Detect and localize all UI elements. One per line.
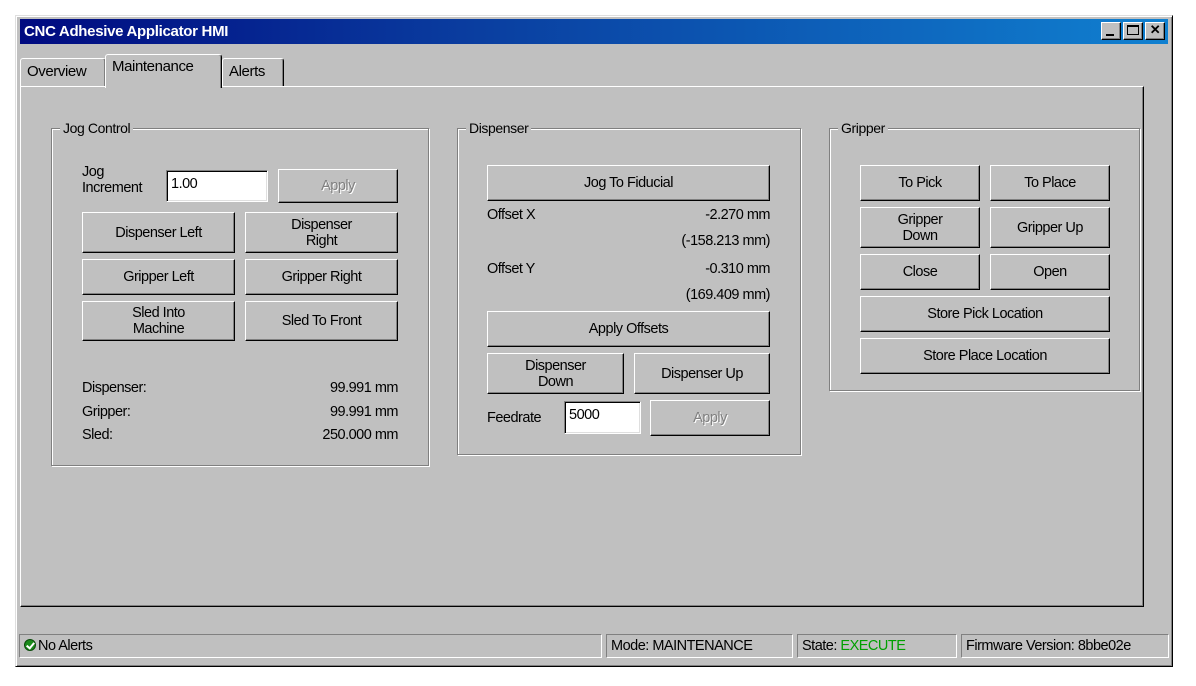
jog-increment-label: Jog Increment (82, 164, 142, 196)
minimize-button[interactable] (1101, 22, 1121, 40)
gripper-title: Gripper (838, 119, 888, 137)
feedrate-apply-button[interactable]: Apply (650, 400, 770, 436)
gripper-down-button[interactable]: Gripper Down (860, 207, 980, 248)
gripper-position-value: 99.991 mm (329, 404, 399, 420)
close-icon: ✕ (1149, 22, 1161, 37)
dispenser-left-button[interactable]: Dispenser Left (82, 212, 235, 253)
jog-apply-button[interactable]: Apply (278, 169, 398, 203)
jog-to-fiducial-button[interactable]: Jog To Fiducial (487, 165, 770, 201)
dispenser-title: Dispenser (466, 119, 532, 137)
offset-y-value: -0.310 mm (705, 261, 770, 277)
gripper-position-label: Gripper: (82, 404, 131, 420)
sled-into-machine-button[interactable]: Sled Into Machine (82, 301, 235, 341)
close-button[interactable]: ✕ (1145, 22, 1165, 40)
gripper-up-button[interactable]: Gripper Up (990, 207, 1110, 248)
offset-y-absolute: (169.409 mm) (685, 287, 771, 303)
to-pick-button[interactable]: To Pick (860, 165, 980, 201)
title-bar[interactable]: CNC Adhesive Applicator HMI ✕ (20, 19, 1168, 44)
gripper-right-button[interactable]: Gripper Right (245, 259, 398, 295)
maximize-icon (1127, 25, 1139, 35)
offset-x-absolute: (-158.213 mm) (681, 233, 770, 249)
tab-overview[interactable]: Overview (20, 58, 106, 87)
sled-to-front-button[interactable]: Sled To Front (245, 301, 398, 341)
gripper-left-button[interactable]: Gripper Left (82, 259, 235, 295)
tab-alerts[interactable]: Alerts (222, 58, 284, 87)
jog-increment-input[interactable]: 1.00 (166, 170, 268, 202)
sled-position-value: 250.000 mm (322, 427, 398, 443)
window-title: CNC Adhesive Applicator HMI (24, 23, 229, 40)
feedrate-input[interactable]: 5000 (564, 401, 641, 434)
dispenser-position-value: 99.991 mm (329, 380, 399, 396)
apply-offsets-button[interactable]: Apply Offsets (487, 311, 770, 347)
dispenser-up-button[interactable]: Dispenser Up (634, 353, 770, 394)
close-gripper-button[interactable]: Close (860, 254, 980, 290)
offset-y-label: Offset Y (487, 261, 535, 277)
dispenser-right-button[interactable]: Dispenser Right (245, 212, 398, 253)
maximize-button[interactable] (1123, 22, 1143, 40)
store-place-location-button[interactable]: Store Place Location (860, 338, 1110, 374)
minimize-icon (1106, 34, 1114, 36)
dispenser-position-label: Dispenser: (82, 380, 147, 396)
dispenser-down-button[interactable]: Dispenser Down (487, 353, 624, 394)
store-pick-location-button[interactable]: Store Pick Location (860, 296, 1110, 332)
offset-x-value: -2.270 mm (705, 207, 770, 223)
tab-maintenance[interactable]: Maintenance (105, 54, 222, 88)
feedrate-label: Feedrate (487, 410, 542, 426)
to-place-button[interactable]: To Place (990, 165, 1110, 201)
open-gripper-button[interactable]: Open (990, 254, 1110, 290)
jog-control-title: Jog Control (60, 119, 134, 137)
sled-position-label: Sled: (82, 427, 113, 443)
offset-x-label: Offset X (487, 207, 536, 223)
